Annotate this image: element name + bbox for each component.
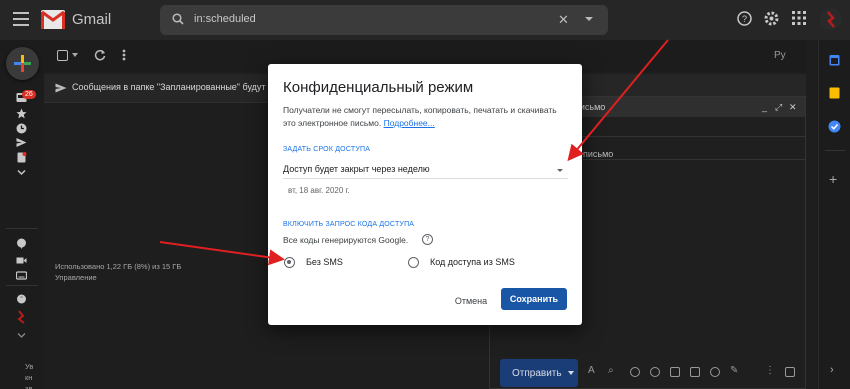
keyboard-icon[interactable] [16, 270, 27, 281]
inbox-badge: 26 [22, 90, 36, 99]
scheduled-send-icon [55, 83, 67, 93]
help-icon[interactable]: ? [737, 11, 752, 26]
delete-icon[interactable] [785, 367, 795, 377]
sms-label[interactable]: Код доступа из SMS [430, 257, 515, 267]
refresh-icon[interactable] [94, 49, 106, 61]
more-options-icon[interactable]: ⋮ [765, 365, 775, 376]
svg-text:?: ? [742, 14, 747, 24]
send-options-icon[interactable] [568, 371, 574, 375]
add-addon-icon[interactable]: + [829, 171, 837, 187]
avatar[interactable] [820, 8, 842, 30]
minimize-icon[interactable]: _ [762, 102, 767, 112]
storage-usage: Использовано 1,22 ГБ (8%) из 15 ГБ [55, 262, 182, 271]
search-input[interactable]: in:scheduled [194, 13, 256, 25]
help-icon[interactable]: ? [422, 234, 433, 245]
arrow-to-no-sms [159, 241, 285, 266]
confidential-mode-icon[interactable] [710, 367, 720, 377]
expand-panel-icon[interactable]: › [830, 364, 834, 376]
expiry-select-value: Доступ будет закрыт через неделю [283, 164, 430, 174]
expiry-section-heading: ЗАДАТЬ СРОК ДОСТУПА [283, 146, 371, 153]
compose-body-text: письмо [583, 149, 614, 159]
close-icon[interactable]: ✕ [789, 102, 797, 113]
no-sms-radio[interactable] [284, 257, 295, 268]
input-language[interactable]: Рy [774, 50, 786, 61]
hangouts-icon[interactable]: ” [16, 294, 27, 305]
passcode-section-heading: ВКЛЮЧИТЬ ЗАПРОС КОДА ДОСТУПА [283, 221, 415, 228]
formatting-icon[interactable]: A [588, 365, 598, 376]
send-icon[interactable] [16, 137, 27, 148]
more-actions-icon[interactable] [122, 49, 126, 61]
fullscreen-icon[interactable]: ⤢ [775, 102, 782, 113]
video-icon[interactable] [16, 255, 27, 266]
select-dropdown-icon[interactable] [72, 53, 78, 57]
calendar-icon[interactable] [829, 54, 840, 66]
signature-icon[interactable]: ✎ [730, 365, 740, 376]
apps-icon[interactable] [792, 11, 806, 25]
top-bar: Gmail in:scheduled ✕ ? [0, 0, 850, 40]
cancel-button[interactable]: Отмена [446, 291, 496, 311]
expiry-select[interactable]: Доступ будет закрыт через неделю [283, 161, 568, 179]
right-rail: + › [818, 40, 850, 389]
link-icon[interactable] [630, 367, 640, 377]
menu-icon[interactable] [13, 12, 29, 26]
user-avatar-small[interactable] [14, 310, 28, 324]
rail-divider [6, 228, 38, 229]
select-all-checkbox[interactable] [57, 50, 68, 61]
folder-notice-text: Сообщения в папке "Запланированные" буду… [72, 82, 266, 92]
rail-divider-2 [6, 285, 38, 286]
emoji-icon[interactable] [650, 367, 660, 377]
dialog-title: Конфиденциальный режим [283, 79, 474, 96]
chat-icon[interactable] [16, 238, 27, 249]
doc-icon[interactable] [16, 152, 27, 163]
learn-more-link[interactable]: Подробнее... [384, 118, 435, 128]
more-icon[interactable] [16, 167, 27, 178]
no-sms-label[interactable]: Без SMS [306, 257, 343, 267]
gmail-logo[interactable] [41, 10, 65, 29]
storage-manage-link[interactable]: Управление [55, 273, 97, 282]
right-rail-divider [825, 150, 845, 151]
keep-icon[interactable] [829, 87, 840, 99]
truncated-text-3: зв [25, 384, 33, 389]
attach-icon[interactable]: ⌕ [608, 365, 618, 376]
tasks-icon[interactable] [828, 120, 841, 133]
truncated-text-1: Ув [25, 362, 34, 371]
clear-icon[interactable]: ✕ [558, 12, 569, 28]
dialog-description: Получатели не смогут пересылать, копиров… [283, 104, 563, 130]
star-icon[interactable] [16, 108, 27, 119]
chevron-down-icon [557, 169, 563, 172]
svg-text:”: ” [21, 297, 23, 303]
save-button[interactable]: Сохранить [501, 288, 567, 310]
send-label: Отправить [512, 368, 562, 379]
send-button[interactable]: Отправить [500, 359, 578, 387]
app-name: Gmail [72, 11, 112, 28]
confidential-mode-dialog: Конфиденциальный режим Получатели не смо… [268, 64, 582, 325]
search-bar[interactable]: in:scheduled ✕ [160, 5, 608, 35]
settings-icon[interactable] [764, 11, 779, 26]
search-icon[interactable] [172, 13, 184, 25]
compose-button[interactable] [6, 47, 39, 80]
expiry-date: вт, 18 авг. 2020 г. [288, 186, 350, 195]
passcode-note: Все коды генерируются Google. [283, 235, 409, 245]
sms-radio[interactable] [408, 257, 419, 268]
more-icon-2[interactable] [16, 330, 27, 341]
search-options-icon[interactable] [585, 17, 593, 21]
truncated-text-2: кн [25, 373, 33, 382]
drive-icon[interactable] [670, 367, 680, 377]
clock-icon[interactable] [16, 123, 27, 134]
photo-icon[interactable] [690, 367, 700, 377]
